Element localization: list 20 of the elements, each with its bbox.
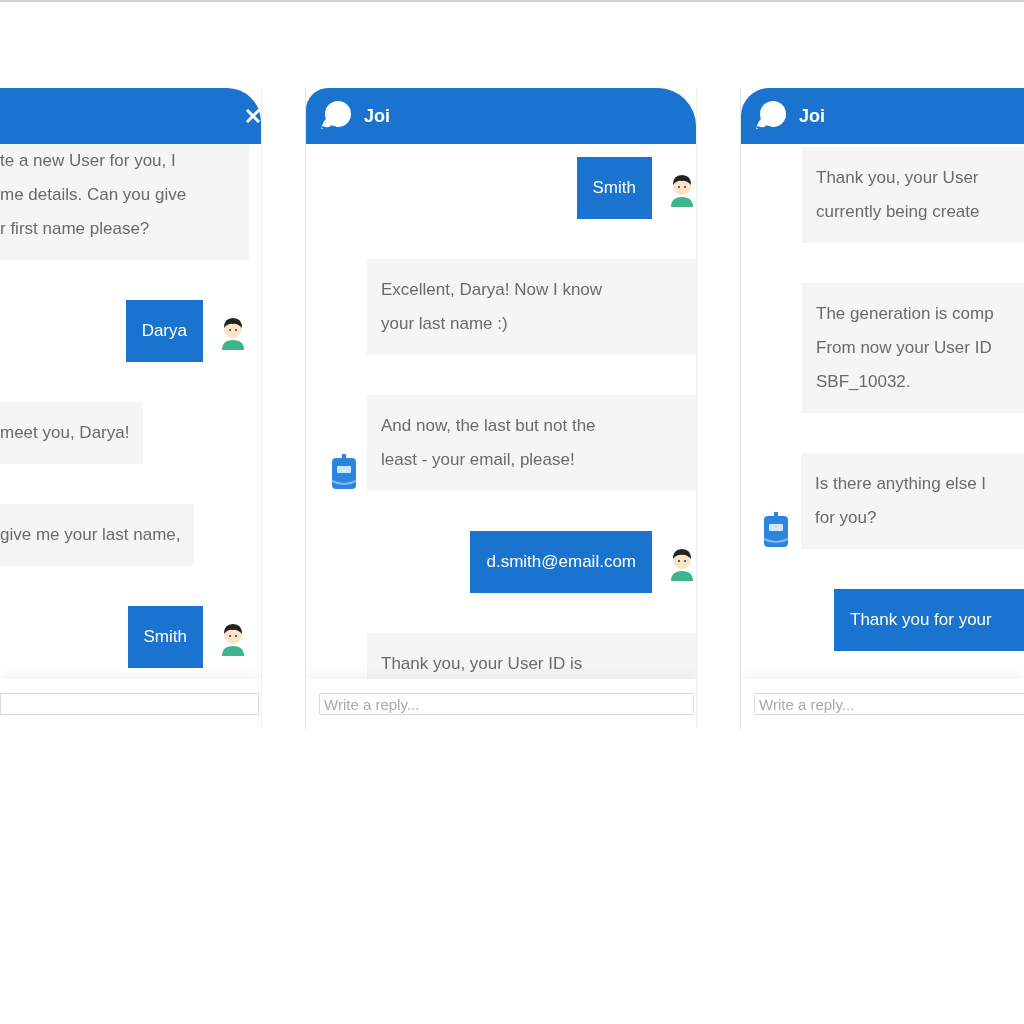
user-message: Smith [127, 606, 203, 668]
user-message: Smith [576, 157, 652, 219]
reply-input[interactable]: Write a reply... [754, 693, 1024, 715]
bot-message: give me your last name, [0, 504, 195, 566]
close-icon[interactable] [245, 108, 261, 124]
chat-title: Joi [799, 105, 825, 127]
reply-input[interactable]: Write a reply... [319, 693, 694, 715]
user-message: Thank you for your [834, 589, 1024, 651]
bot-message: Is there anything else I for you? [801, 453, 1024, 549]
bot-message: Thank you, your User ID is [367, 633, 696, 679]
bot-message: meet you, Darya! [0, 402, 144, 464]
bot-message: Excellent, Darya! Now I know your last name :) [367, 259, 696, 355]
user-message: d.smith@email.com [470, 531, 652, 593]
reply-input[interactable] [0, 693, 259, 715]
user-message: Darya [125, 300, 203, 362]
bot-message: Thank you, your User currently being create [802, 147, 1024, 243]
chat-title: Joi [364, 105, 390, 127]
bot-message: te a new User for you, I me details. Can you give r first name please? [0, 144, 249, 260]
bot-message: And now, the last but not the least - your email, please! [367, 395, 696, 491]
bot-message: The generation is comp From now your User ID SBF_10032. [802, 283, 1024, 413]
